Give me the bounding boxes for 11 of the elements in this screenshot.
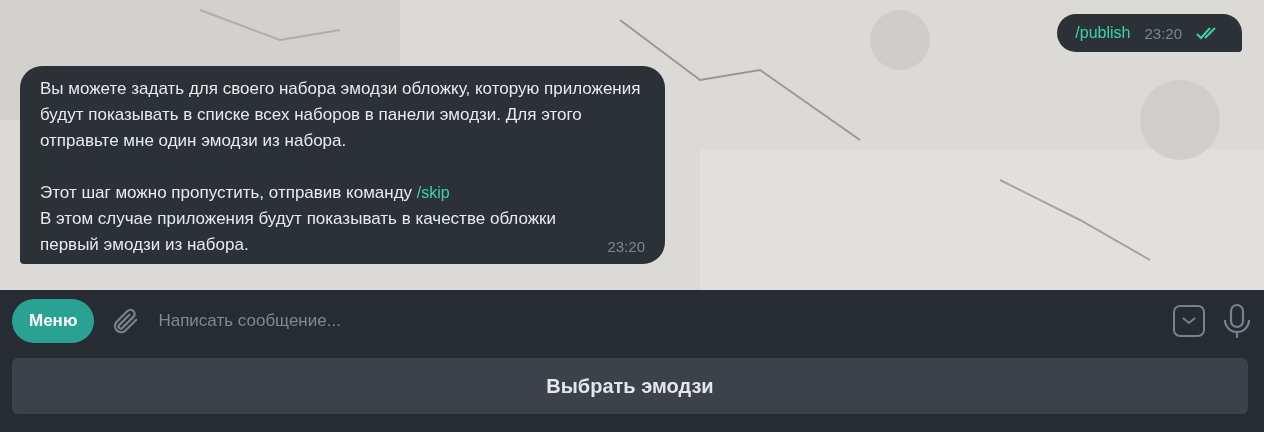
message-input[interactable]: Написать сообщение... [156, 310, 1156, 332]
command-link[interactable]: /skip [416, 184, 450, 201]
keyboard-button[interactable]: Выбрать эмодзи [12, 358, 1248, 414]
message-text: В этом случае приложения будут показывать в качестве обложки первый эмодзи из набора. [40, 208, 558, 256]
command-link[interactable]: /publish [1075, 24, 1131, 42]
message-text: Этот шаг можно пропустить, отправив команду /skip [40, 182, 451, 204]
message-text: Вы можете задать для своего набора эмодзи обложку, которую приложения будут показывать в списке всех наборов в панели эмодзи. Для этого отправьте мне один эмодзи из набора. [40, 78, 642, 152]
microphone-icon[interactable] [1222, 303, 1252, 339]
keyboard-toggle-icon[interactable] [1172, 304, 1206, 338]
message-time: 23:20 [607, 238, 645, 255]
message-time: 23:20 [1144, 24, 1182, 42]
